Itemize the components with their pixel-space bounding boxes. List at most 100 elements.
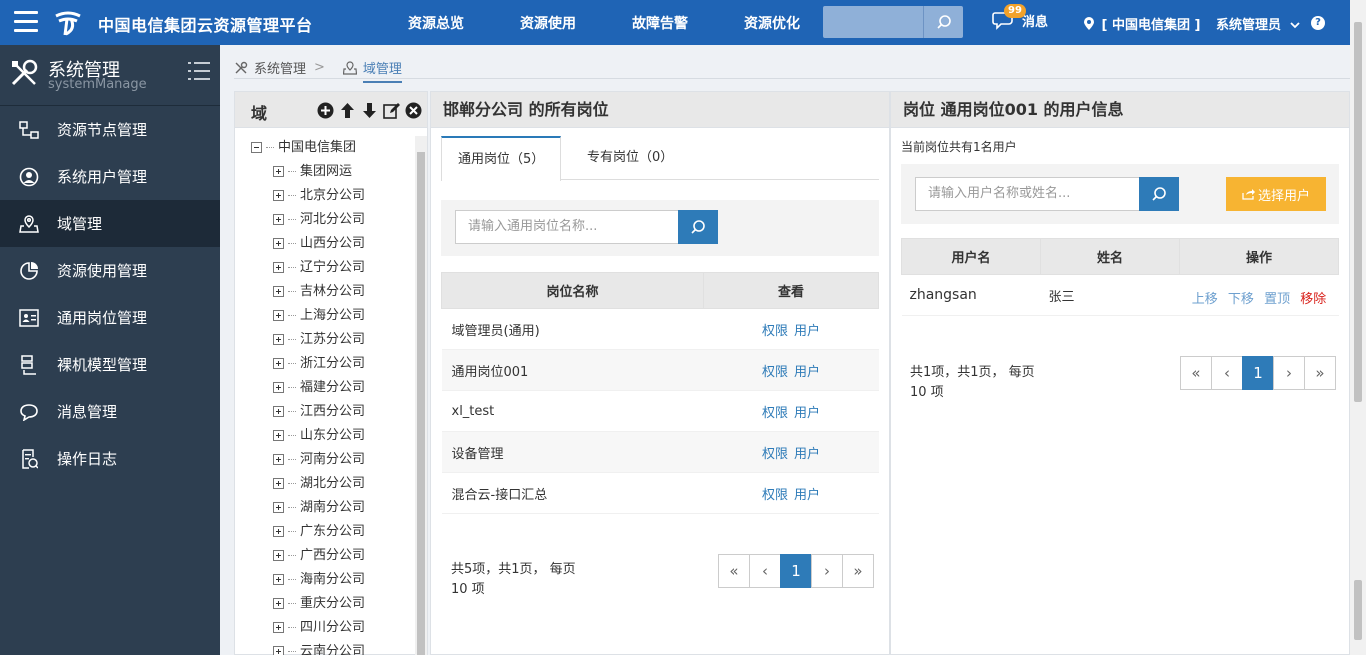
expand-icon[interactable]	[273, 286, 284, 297]
hamburger-menu-icon[interactable]	[14, 11, 38, 33]
add-circle-icon[interactable]	[317, 102, 334, 119]
tree-node[interactable]: 集团网运	[273, 160, 352, 179]
list-menu-icon[interactable]	[188, 60, 210, 82]
close-circle-icon[interactable]	[405, 102, 422, 119]
page-1-button[interactable]: 1	[1242, 356, 1274, 390]
page-scrollbar-thumb-lower[interactable]	[1354, 580, 1362, 640]
expand-icon[interactable]	[273, 526, 284, 537]
expand-icon[interactable]	[273, 262, 284, 273]
sidebar-item-general-post[interactable]: 通用岗位管理	[0, 294, 220, 341]
tree-node[interactable]: 上海分公司	[273, 304, 365, 323]
tree-node[interactable]: 河南分公司	[273, 448, 365, 467]
pin-top-link[interactable]: 置顶	[1264, 292, 1290, 307]
sidebar-item-baremetal-model[interactable]: 裸机模型管理	[0, 341, 220, 388]
permission-link[interactable]: 权限	[762, 447, 788, 462]
user-search-input[interactable]: 请输入用户名称或姓名...	[915, 177, 1140, 211]
sidebar-item-system-user[interactable]: 系统用户管理	[0, 153, 220, 200]
tree-node[interactable]: 广西分公司	[273, 544, 365, 563]
first-page-button[interactable]: «	[718, 554, 750, 588]
tree-node[interactable]: 浙江分公司	[273, 352, 365, 371]
arrow-up-icon[interactable]	[339, 102, 356, 119]
page-scrollbar[interactable]	[1350, 0, 1366, 655]
tree-node[interactable]: 云南分公司	[273, 640, 365, 655]
user-link[interactable]: 用户	[794, 488, 820, 503]
help-icon[interactable]: ?	[1311, 16, 1325, 30]
expand-icon[interactable]	[273, 214, 284, 225]
expand-icon[interactable]	[273, 502, 284, 513]
tree-node[interactable]: 吉林分公司	[273, 280, 365, 299]
tree-node[interactable]: 福建分公司	[273, 376, 365, 395]
expand-icon[interactable]	[273, 622, 284, 633]
expand-icon[interactable]	[273, 334, 284, 345]
sidebar-item-domain[interactable]: 域管理	[0, 200, 220, 247]
tree-node[interactable]: 四川分公司	[273, 616, 365, 635]
expand-icon[interactable]	[273, 478, 284, 489]
tree-node[interactable]: 辽宁分公司	[273, 256, 365, 275]
sidebar-item-resource-usage[interactable]: 资源使用管理	[0, 247, 220, 294]
tab-general-posts[interactable]: 通用岗位（5）	[441, 136, 562, 181]
collapse-icon[interactable]	[251, 142, 262, 153]
expand-icon[interactable]	[273, 646, 284, 655]
user-link[interactable]: 用户	[794, 447, 820, 462]
user-link[interactable]: 用户	[794, 406, 820, 421]
tab-special-posts[interactable]: 专有岗位（0）	[571, 136, 689, 180]
tree-node[interactable]: 湖南分公司	[273, 496, 365, 515]
tree-node[interactable]: 山西分公司	[273, 232, 365, 251]
expand-icon[interactable]	[273, 190, 284, 201]
tree-node-root[interactable]: 中国电信集团	[251, 136, 356, 155]
tree-scrollbar[interactable]	[415, 136, 427, 655]
tree-node[interactable]: 河北分公司	[273, 208, 365, 227]
expand-icon[interactable]	[273, 454, 284, 465]
tree-node[interactable]: 山东分公司	[273, 424, 365, 443]
expand-icon[interactable]	[273, 574, 284, 585]
expand-icon[interactable]	[273, 430, 284, 441]
user-search-button[interactable]	[1139, 177, 1179, 211]
arrow-down-icon[interactable]	[361, 102, 378, 119]
permission-link[interactable]: 权限	[762, 488, 788, 503]
page-1-button[interactable]: 1	[780, 554, 812, 588]
last-page-button[interactable]: »	[1304, 356, 1336, 390]
expand-icon[interactable]	[273, 382, 284, 393]
tree-node[interactable]: 重庆分公司	[273, 592, 365, 611]
tree-node[interactable]: 广东分公司	[273, 520, 365, 539]
nav-resource-overview[interactable]: 资源总览	[408, 13, 464, 33]
move-down-link[interactable]: 下移	[1228, 292, 1254, 307]
permission-link[interactable]: 权限	[762, 365, 788, 380]
remove-link[interactable]: 移除	[1300, 292, 1326, 307]
page-scrollbar-thumb[interactable]	[1354, 22, 1362, 402]
prev-page-button[interactable]: ‹	[1211, 356, 1243, 390]
expand-icon[interactable]	[273, 406, 284, 417]
tree-node[interactable]: 江西分公司	[273, 400, 365, 419]
select-user-button[interactable]: 选择用户	[1226, 177, 1326, 211]
breadcrumb-parent[interactable]: 系统管理	[254, 58, 306, 77]
expand-icon[interactable]	[273, 358, 284, 369]
expand-icon[interactable]	[273, 310, 284, 321]
sidebar-item-operation-log[interactable]: 操作日志	[0, 435, 220, 482]
tree-scrollbar-thumb[interactable]	[417, 152, 425, 655]
user-link[interactable]: 用户	[794, 324, 820, 339]
org-selector[interactable]: [ 中国电信集团 ]	[1072, 14, 1200, 33]
nav-resource-usage[interactable]: 资源使用	[520, 13, 576, 33]
top-search-button[interactable]	[923, 6, 963, 38]
move-up-link[interactable]: 上移	[1192, 292, 1218, 307]
expand-icon[interactable]	[273, 238, 284, 249]
edit-icon[interactable]	[383, 102, 400, 119]
permission-link[interactable]: 权限	[762, 324, 788, 339]
expand-icon[interactable]	[273, 550, 284, 561]
user-link[interactable]: 用户	[794, 365, 820, 380]
next-page-button[interactable]: ›	[811, 554, 843, 588]
first-page-button[interactable]: «	[1180, 356, 1212, 390]
tree-node[interactable]: 江苏分公司	[273, 328, 365, 347]
prev-page-button[interactable]: ‹	[749, 554, 781, 588]
top-search-input[interactable]	[823, 6, 923, 38]
post-search-button[interactable]	[678, 210, 718, 244]
sidebar-item-resource-node[interactable]: 资源节点管理	[0, 106, 220, 153]
nav-resource-optimize[interactable]: 资源优化	[744, 13, 800, 33]
messages-link[interactable]: 99 消息	[992, 4, 1048, 30]
tree-node[interactable]: 北京分公司	[273, 184, 365, 203]
tree-node[interactable]: 海南分公司	[273, 568, 365, 587]
expand-icon[interactable]	[273, 166, 284, 177]
user-menu[interactable]: 系统管理员	[1216, 14, 1300, 33]
next-page-button[interactable]: ›	[1273, 356, 1305, 390]
last-page-button[interactable]: »	[842, 554, 874, 588]
